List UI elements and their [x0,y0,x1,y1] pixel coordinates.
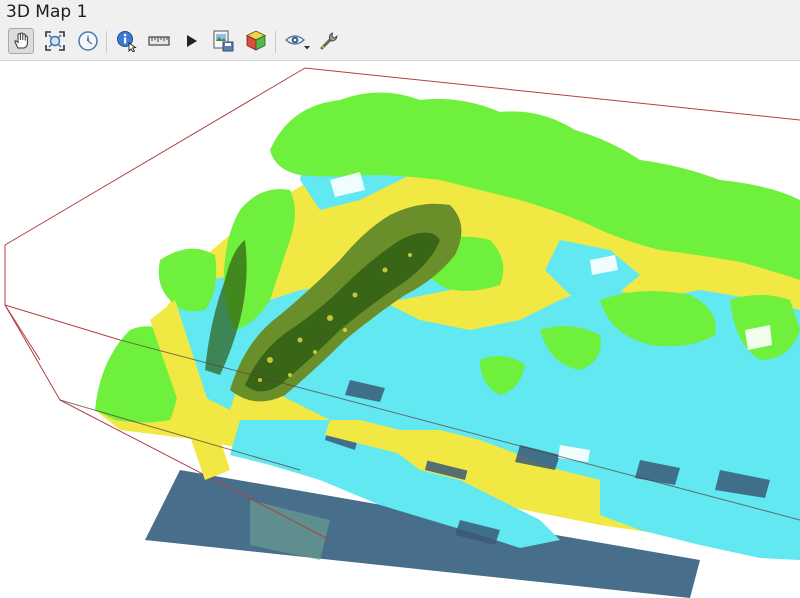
measure-button[interactable] [146,28,172,54]
wrench-icon [320,32,338,50]
identify-button[interactable] [114,28,140,54]
window-title: 3D Map 1 [6,2,88,22]
3d-map-canvas[interactable] [0,61,800,598]
export-image-button[interactable] [210,28,236,54]
camera-orient-button[interactable] [75,28,101,54]
export-3d-button[interactable] [243,28,269,54]
ruler-icon [148,36,170,46]
play-icon [187,35,197,47]
camera-view-button[interactable] [283,28,313,54]
zoom-full-icon [45,31,65,51]
identify-icon [117,31,137,52]
eye-dropdown-icon [285,35,310,50]
3d-map-window: 3D Map 1 [0,0,800,598]
animation-button[interactable] [178,28,204,54]
hand-pointer-icon [14,32,28,49]
toolbar-separator [106,31,107,53]
zoom-full-button[interactable] [42,28,68,54]
save-image-icon [213,30,234,52]
pan-tool-button[interactable] [8,28,34,54]
point-cloud-scene [4,67,800,598]
configure-button[interactable] [316,28,342,54]
map-toolbar [0,24,800,61]
toolbar-separator [275,31,276,53]
title-bar: 3D Map 1 [0,0,800,24]
cube-export-icon [246,30,266,51]
compass-icon [78,31,98,51]
